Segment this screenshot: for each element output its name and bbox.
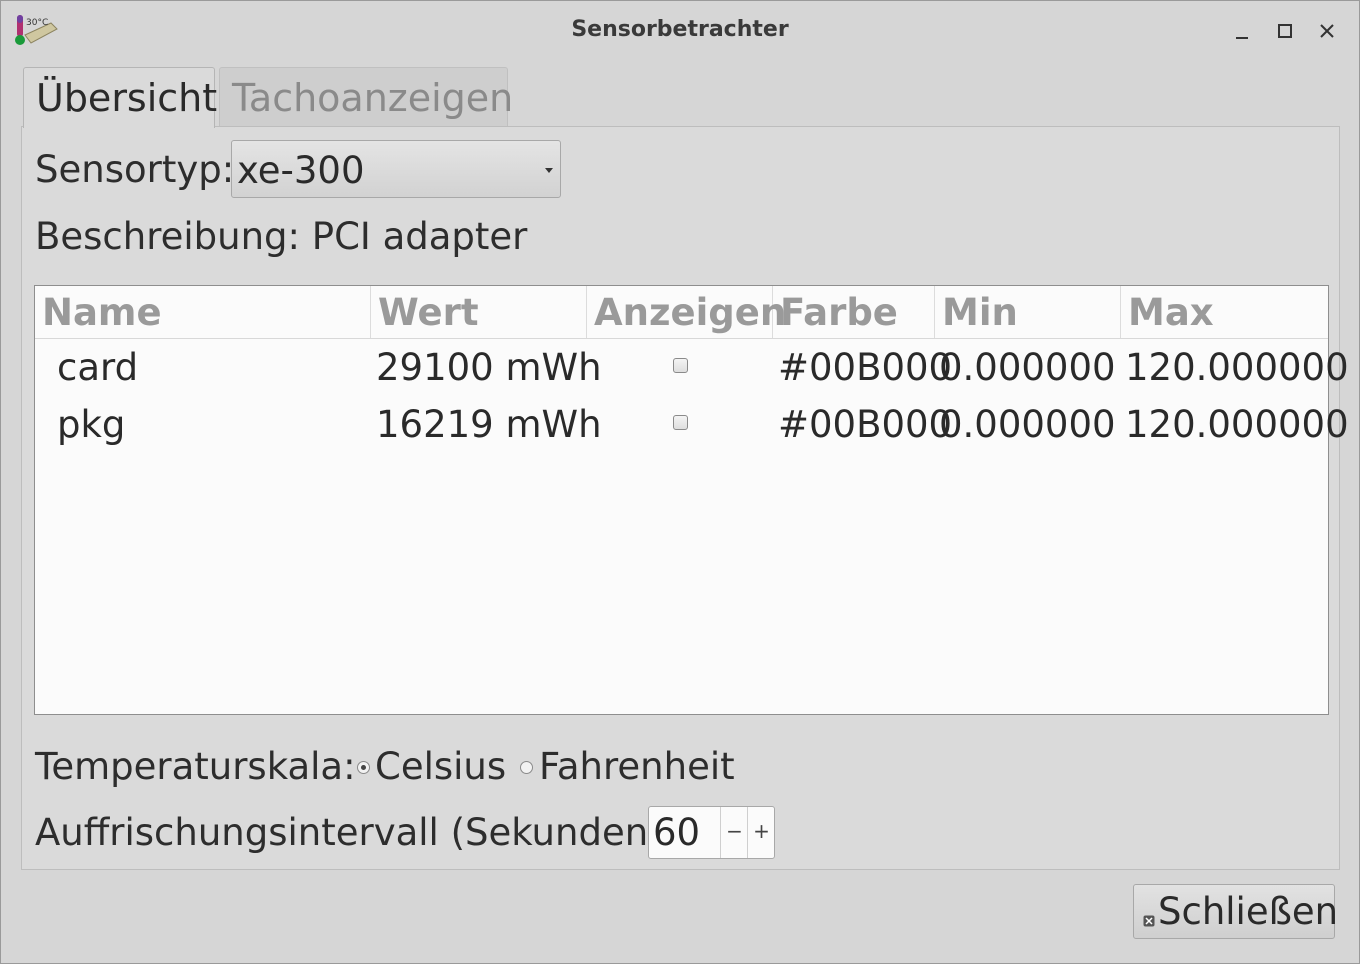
sensor-table[interactable]: Name Wert Anzeigen Farbe Min Max card 29…	[34, 285, 1349, 715]
column-header-max[interactable]: Max	[1121, 286, 1328, 338]
celsius-radio-label[interactable]: Celsius	[375, 745, 506, 788]
cell-min: 0.000000	[939, 346, 1116, 389]
tab-overview[interactable]: Übersicht	[23, 67, 217, 128]
cell-min: 0.000000	[939, 403, 1116, 446]
cell-name: card	[57, 346, 139, 389]
show-checkbox[interactable]	[673, 415, 688, 430]
column-header-name[interactable]: Name	[35, 286, 371, 338]
maximize-button[interactable]	[1273, 19, 1297, 43]
overview-panel: Sensortyp: xe-300 Beschreibung: PCI adap…	[21, 126, 1349, 870]
refresh-interval-stepper[interactable]: 60 − +	[648, 806, 775, 859]
sensor-type-label: Sensortyp:	[35, 148, 235, 191]
chevron-down-icon	[545, 168, 553, 173]
column-header-min[interactable]: Min	[935, 286, 1121, 338]
minimize-button[interactable]	[1230, 19, 1254, 43]
cell-value: 29100 mWh	[376, 346, 602, 389]
tab-gauges[interactable]: Tachoanzeigen	[219, 67, 513, 127]
increment-button[interactable]: +	[747, 807, 775, 858]
cell-max: 120.000000	[1125, 346, 1349, 389]
refresh-interval-label: Auffrischungsintervall (Sekunden):	[35, 811, 676, 854]
window-title: Sensorbetrachter	[571, 17, 789, 42]
temperature-scale-label: Temperaturskala:	[35, 745, 356, 788]
title-bar[interactable]: 30°C Sensorbetrachter	[1, 1, 1359, 61]
close-icon	[1143, 915, 1155, 927]
decrement-button[interactable]: −	[720, 807, 748, 858]
description-label: Beschreibung:	[35, 215, 300, 258]
cell-max: 120.000000	[1125, 403, 1349, 446]
fahrenheit-radio-label[interactable]: Fahrenheit	[539, 745, 735, 788]
refresh-interval-input[interactable]: 60	[653, 811, 700, 854]
table-row[interactable]: pkg 16219 mWh #00B000 0.000000 120.00000…	[35, 396, 1349, 453]
minimize-icon	[1236, 37, 1248, 39]
celsius-radio[interactable]	[357, 761, 370, 774]
table-header: Name Wert Anzeigen Farbe Min Max	[35, 286, 1328, 339]
maximize-icon	[1278, 24, 1292, 38]
close-window-button[interactable]	[1315, 19, 1339, 43]
description: Beschreibung: PCI adapter	[35, 215, 527, 258]
column-header-value[interactable]: Wert	[371, 286, 587, 338]
cell-value: 16219 mWh	[376, 403, 602, 446]
close-icon	[1320, 24, 1334, 38]
show-checkbox[interactable]	[673, 358, 688, 373]
cell-color[interactable]: #00B000	[773, 339, 952, 396]
close-button-label: Schließen	[1158, 890, 1339, 933]
table-row[interactable]: card 29100 mWh #00B000 0.000000 120.0000…	[35, 339, 1349, 396]
close-button[interactable]: Schließen	[1133, 884, 1339, 939]
sensor-type-select[interactable]: xe-300	[231, 140, 561, 198]
description-value: PCI adapter	[311, 215, 528, 258]
column-header-show[interactable]: Anzeigen	[587, 286, 786, 338]
sensor-type-value: xe-300	[237, 149, 365, 192]
sensor-viewer-window: 30°C Sensorbetrachter Übersicht Tachoanz…	[0, 0, 1360, 964]
column-header-color[interactable]: Farbe	[773, 286, 935, 338]
fahrenheit-radio[interactable]	[520, 761, 533, 774]
cell-color[interactable]: #00B000	[773, 396, 952, 453]
cell-name: pkg	[57, 403, 126, 446]
